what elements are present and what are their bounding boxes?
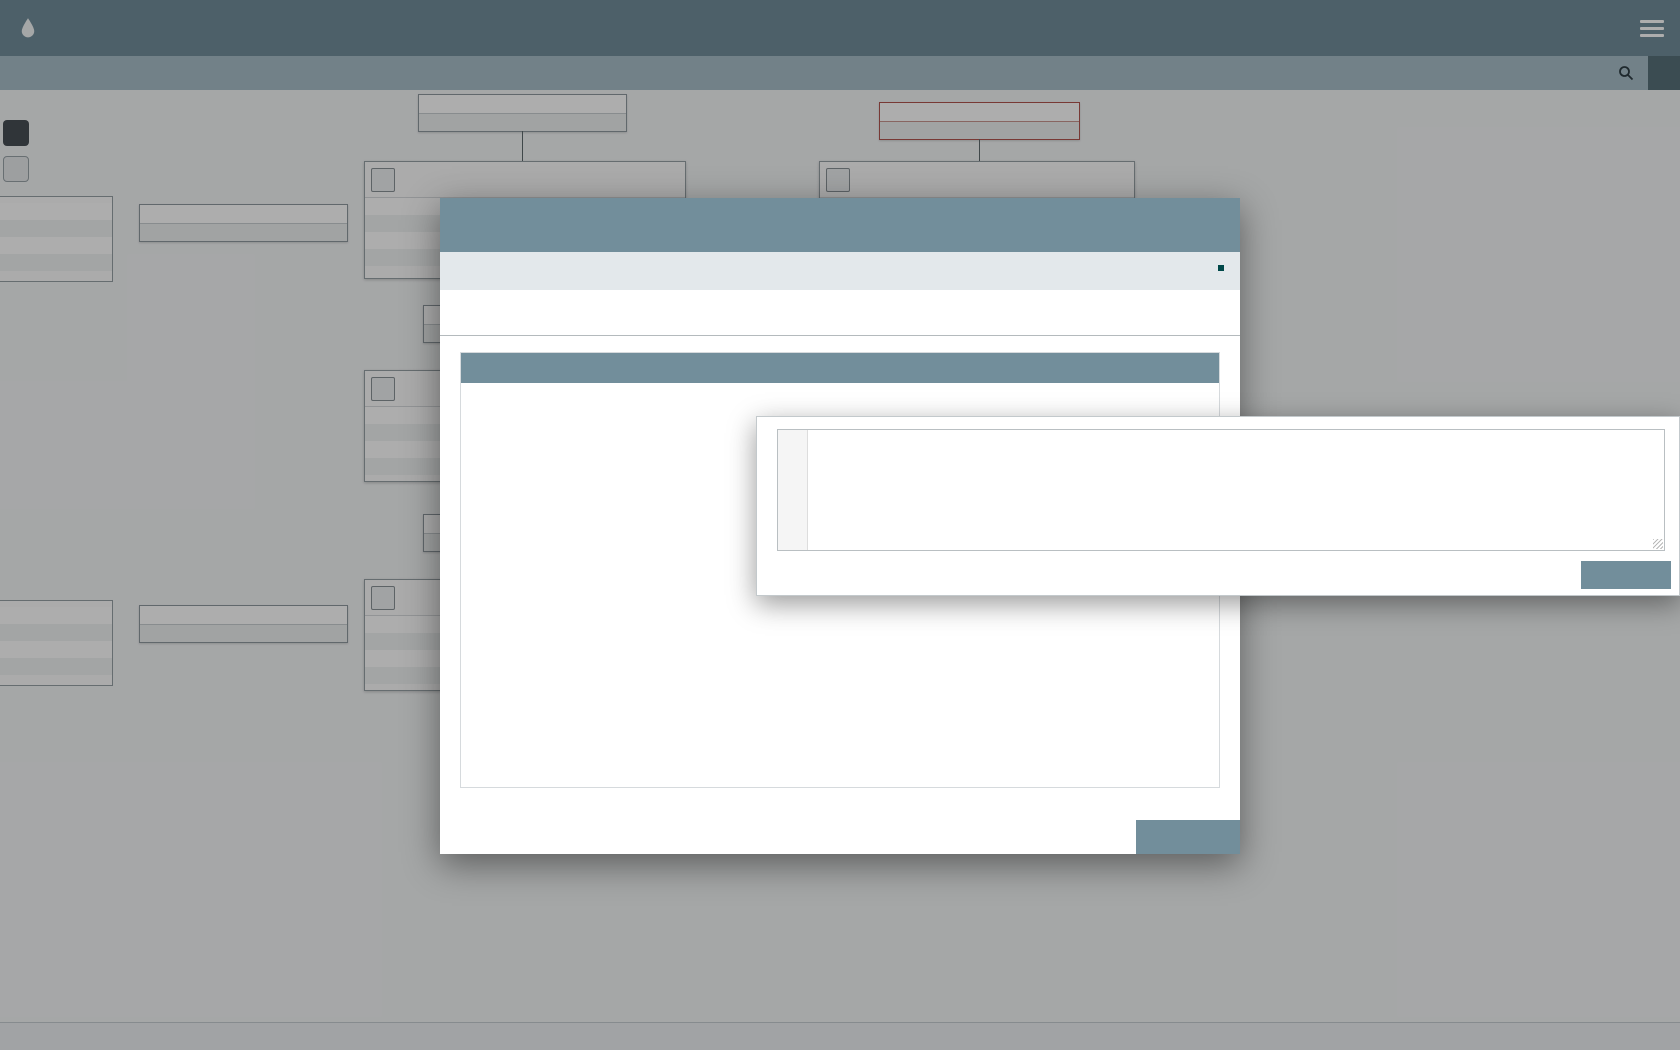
value-editor-popup xyxy=(756,416,1680,596)
dialog-ok-button[interactable] xyxy=(1136,820,1240,854)
value-editor-ok-button[interactable] xyxy=(1581,561,1671,589)
properties-table-header xyxy=(461,353,1219,383)
dialog-header xyxy=(440,198,1240,252)
value-editor-frame[interactable] xyxy=(777,429,1665,551)
dialog-tabs xyxy=(440,302,1240,336)
value-editor-text[interactable] xyxy=(808,430,1664,550)
dialog-status-row xyxy=(440,252,1240,290)
line-number-gutter xyxy=(778,430,808,550)
